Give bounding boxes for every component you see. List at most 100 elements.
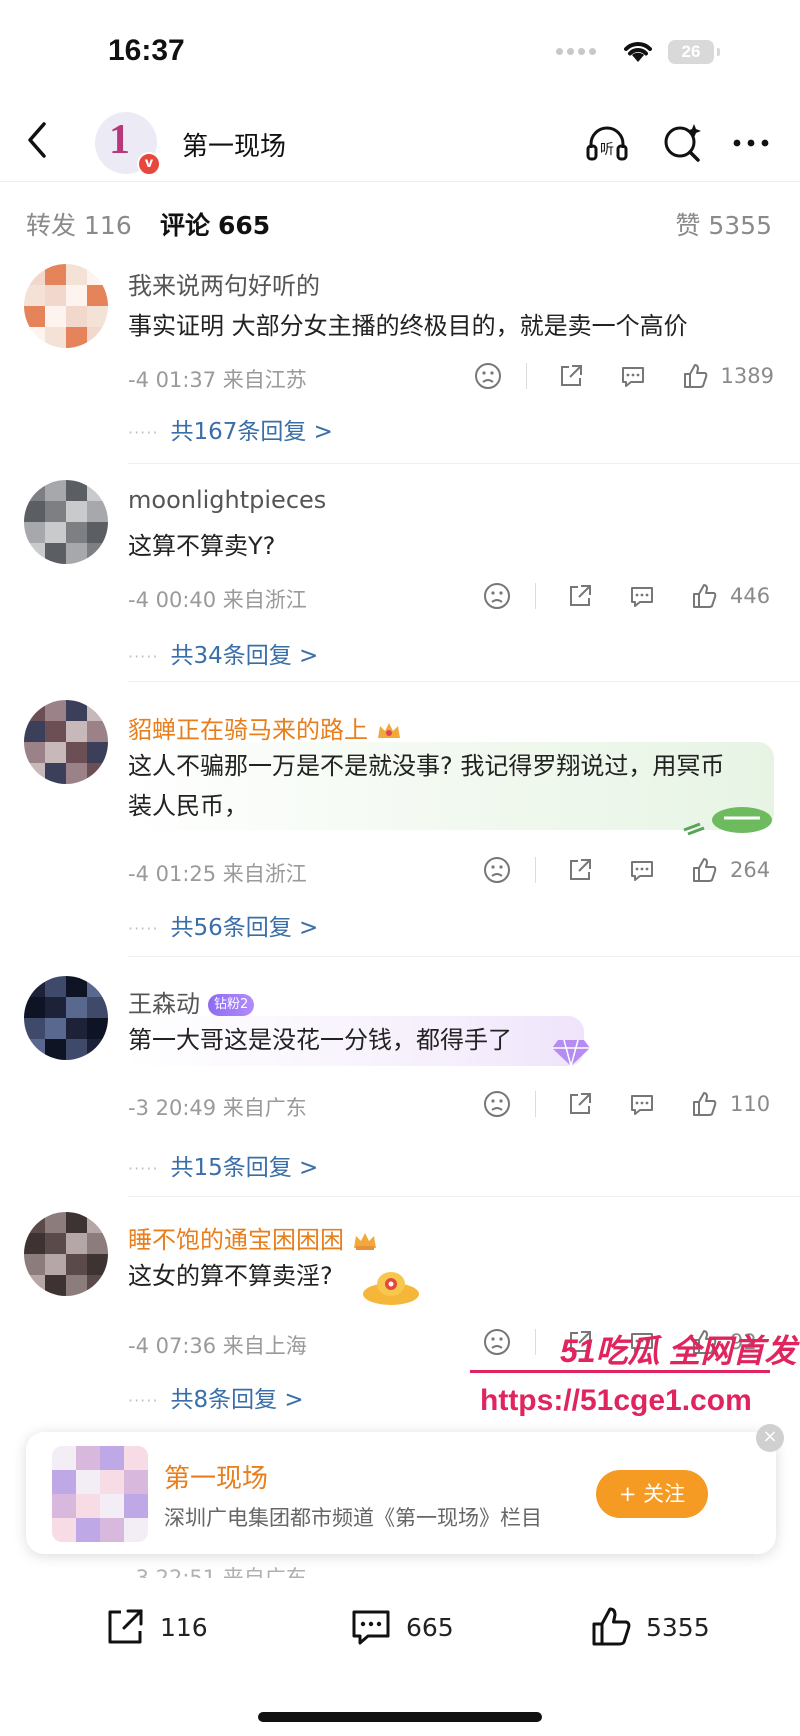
comment-text: 这人不骗那一万是不是就没事? 我记得罗翔说过，用冥币 xyxy=(128,752,725,780)
listen-headphones-icon[interactable]: 听 xyxy=(584,120,630,166)
reply-icon[interactable] xyxy=(624,852,660,888)
replies-dots-icon: ····· xyxy=(128,1159,159,1178)
replies-dots-icon: ····· xyxy=(128,919,159,938)
gold-ingot-sticker-icon xyxy=(363,1272,419,1305)
action-divider xyxy=(535,1091,536,1117)
action-divider xyxy=(535,857,536,883)
comment-meta: -4 07:36 来自上海 xyxy=(128,1334,307,1358)
like-thumb-icon[interactable] xyxy=(677,358,713,394)
like-thumb-icon[interactable] xyxy=(686,1086,722,1122)
comment-icon xyxy=(352,1610,390,1645)
back-icon[interactable] xyxy=(18,118,58,162)
follow-suggestion-card[interactable]: 第一现场 深圳广电集团都市频道《第一现场》栏目 + 关注 × xyxy=(26,1424,784,1554)
comment-meta: -3 20:49 来自广东 xyxy=(128,1096,307,1120)
reply-icon[interactable] xyxy=(615,358,651,394)
bottom-comment-button[interactable]: 665 xyxy=(348,1604,454,1650)
dislike-face-icon[interactable] xyxy=(479,1086,515,1122)
replies-dots-icon: ····· xyxy=(128,1391,159,1410)
commenter-name[interactable]: 我来说两句好听的 xyxy=(128,266,320,301)
status-time: 16:37 xyxy=(108,34,185,67)
channel-avatar[interactable]: 1 v xyxy=(95,112,161,176)
replies-dots-icon: ····· xyxy=(128,423,159,442)
commenter-name[interactable]: moonlightpieces xyxy=(128,486,326,514)
view-replies-link[interactable]: ····· 共56条回复 > xyxy=(128,908,318,942)
action-divider xyxy=(525,363,527,389)
follow-button[interactable]: + 关注 xyxy=(596,1470,708,1518)
like-count: 1389 xyxy=(720,364,774,388)
comment-text: 这女的算不算卖淫? xyxy=(128,1262,333,1290)
member-crown-icon xyxy=(354,1233,376,1250)
like-thumb-icon[interactable] xyxy=(686,578,722,614)
share-icon[interactable] xyxy=(553,358,589,394)
view-replies-link[interactable]: ····· 共8条回复 > xyxy=(128,1380,304,1414)
channel-thumbnail xyxy=(52,1446,148,1542)
watermark-url: https://51cge1.com xyxy=(480,1384,752,1417)
listen-label: 听 xyxy=(600,142,614,158)
bottom-like-button[interactable]: 5355 xyxy=(588,1604,710,1650)
watermark-underline xyxy=(470,1370,770,1373)
next-comment-peek: -3 22:51 来自广东 xyxy=(128,1566,307,1578)
view-replies-link[interactable]: ····· 共34条回复 > xyxy=(128,636,318,670)
commenter-avatar[interactable] xyxy=(24,700,108,784)
bottom-action-bar: 116 665 5355 xyxy=(0,1580,800,1736)
commenter-avatar[interactable] xyxy=(24,1212,108,1296)
view-replies-link[interactable]: ····· 共167条回复 > xyxy=(128,412,333,446)
close-icon[interactable]: × xyxy=(756,1424,784,1452)
comment-actions: 264 xyxy=(453,852,774,888)
like-count: 5355 xyxy=(646,1612,710,1642)
more-icon[interactable] xyxy=(728,120,774,166)
fan-level-badge: 钻粉2 xyxy=(208,994,255,1016)
status-bar: 16:37 26 xyxy=(0,0,800,100)
commenter-name[interactable]: 睡不饱的通宝困困困 xyxy=(128,1220,378,1255)
tab-repost[interactable]: 转发 116 xyxy=(26,206,132,242)
dislike-face-icon[interactable] xyxy=(479,852,515,888)
share-icon[interactable] xyxy=(562,1086,598,1122)
share-icon xyxy=(108,1609,143,1644)
commenter-name[interactable]: 貂蝉正在骑马来的路上 xyxy=(128,710,402,745)
verified-badge-icon: v xyxy=(137,152,161,176)
comment-meta: -4 01:25 来自浙江 xyxy=(128,862,307,886)
bottom-share-button[interactable]: 116 xyxy=(102,1604,208,1650)
diamond-sticker-icon xyxy=(552,1039,590,1069)
like-thumb-icon[interactable] xyxy=(686,852,722,888)
ai-search-icon[interactable] xyxy=(660,120,706,166)
comment-actions: 446 xyxy=(453,578,774,614)
like-count: 446 xyxy=(730,584,771,608)
like-count: 264 xyxy=(730,858,771,882)
replies-dots-icon: ····· xyxy=(128,647,159,666)
nav-header: 1 v 第一现场 听 xyxy=(0,100,800,182)
share-count: 116 xyxy=(160,1612,208,1642)
battery-indicator: 26 xyxy=(668,40,720,64)
dislike-face-icon[interactable] xyxy=(479,1324,515,1360)
commenter-avatar[interactable] xyxy=(24,264,108,348)
share-icon[interactable] xyxy=(562,578,598,614)
comment-divider xyxy=(128,681,800,682)
comment-text: 事实证明 大部分女主播的终极目的，就是卖一个高价 xyxy=(128,312,688,340)
comment-item: moonlightpieces 这算不算卖Y? -4 00:40 来自浙江 44… xyxy=(0,470,800,682)
comment-count: 665 xyxy=(406,1612,454,1642)
tab-comment[interactable]: 评论 665 xyxy=(160,206,270,242)
dislike-face-icon[interactable] xyxy=(479,578,515,614)
comment-divider xyxy=(128,463,800,464)
share-icon[interactable] xyxy=(562,852,598,888)
like-count: 110 xyxy=(730,1092,771,1116)
dislike-face-icon[interactable] xyxy=(470,358,506,394)
commenter-avatar[interactable] xyxy=(24,976,108,1060)
action-divider xyxy=(535,583,536,609)
comment-item: 貂蝉正在骑马来的路上 这人不骗那一万是不是就没事? 我记得罗翔说过，用冥币 装人… xyxy=(0,688,800,948)
comment-divider xyxy=(128,1196,800,1197)
follow-card-description: 深圳广电集团都市频道《第一现场》栏目 xyxy=(164,1506,542,1530)
reply-icon[interactable] xyxy=(624,1086,660,1122)
tab-like[interactable]: 赞 5355 xyxy=(675,206,772,242)
cellular-signal-icon xyxy=(556,48,596,55)
follow-card-name: 第一现场 xyxy=(164,1464,269,1494)
comment-meta: -4 01:37 来自江苏 xyxy=(128,368,307,392)
commenter-name[interactable]: 王森动 钻粉2 xyxy=(128,984,255,1019)
comment-actions: 110 xyxy=(453,1086,774,1122)
comment-item: 王森动 钻粉2 第一大哥这是没花一分钱，都得手了 -3 20:49 来自广东 11… xyxy=(0,960,800,1192)
commenter-avatar[interactable] xyxy=(24,480,108,564)
reply-icon[interactable] xyxy=(624,578,660,614)
channel-name[interactable]: 第一现场 xyxy=(182,126,286,163)
member-crown-icon xyxy=(378,723,400,738)
view-replies-link[interactable]: ····· 共15条回复 > xyxy=(128,1148,318,1182)
